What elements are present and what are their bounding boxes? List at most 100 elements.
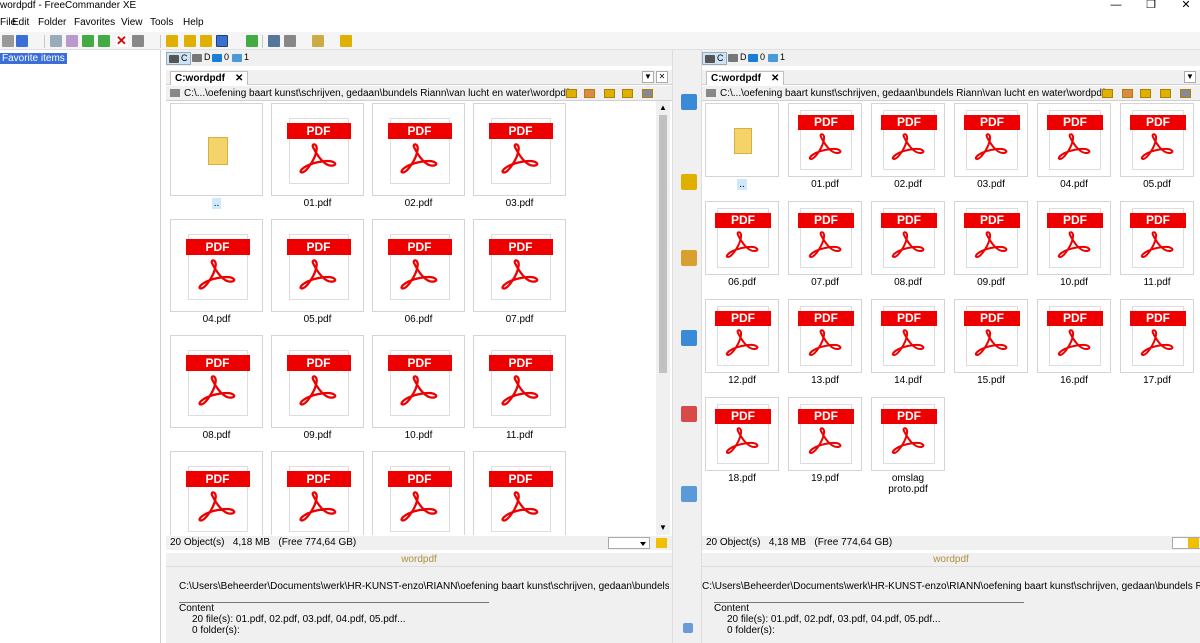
right-path[interactable]: C:\...\oefening baart kunst\schrijven, g… — [720, 87, 1105, 100]
drive-0-button[interactable]: 0 — [210, 52, 231, 63]
left-tab[interactable]: C:wordpdf ✕ — [170, 71, 249, 85]
move-to-icon[interactable] — [681, 406, 697, 422]
folder-icon[interactable] — [340, 35, 352, 47]
favorites-star-icon[interactable] — [681, 250, 697, 266]
details-view-icon[interactable] — [200, 35, 212, 47]
file-item[interactable]: PDF 16.pdf — [1037, 299, 1111, 403]
small-app-icon[interactable] — [683, 623, 693, 633]
close-button[interactable]: ✕ — [1166, 0, 1200, 14]
root-folder-icon[interactable] — [622, 89, 633, 98]
file-item[interactable]: PDF 11.pdf — [1120, 201, 1194, 305]
root-folder-icon[interactable] — [1160, 89, 1171, 98]
close-panel-icon[interactable]: ✕ — [656, 71, 668, 83]
right-tab[interactable]: C:wordpdf ✕ — [706, 71, 785, 85]
file-item[interactable]: PDF — [473, 451, 566, 535]
file-item[interactable]: PDF 12.pdf — [705, 299, 779, 403]
find-icon[interactable] — [50, 35, 62, 47]
file-item[interactable]: PDF omslag proto.pdf — [871, 397, 945, 501]
drive-c-button[interactable]: C — [166, 52, 191, 65]
scroll-thumb[interactable] — [659, 115, 667, 373]
file-item[interactable]: PDF 10.pdf — [1037, 201, 1111, 305]
file-item[interactable]: PDF 05.pdf — [271, 219, 364, 342]
parent-folder-item[interactable]: .. — [705, 103, 779, 207]
file-item[interactable]: PDF 18.pdf — [705, 397, 779, 501]
left-path[interactable]: C:\...\oefening baart kunst\schrijven, g… — [184, 87, 569, 100]
scroll-up-icon[interactable]: ▲ — [659, 103, 667, 112]
refresh-icon[interactable] — [246, 35, 258, 47]
copy-to-icon[interactable] — [681, 330, 697, 346]
parent-folder-item[interactable]: .. — [170, 103, 263, 226]
list-view-icon[interactable] — [184, 35, 196, 47]
file-item[interactable]: PDF 08.pdf — [871, 201, 945, 305]
tab-dropdown-icon[interactable]: ▼ — [1184, 71, 1196, 83]
copy-icon[interactable] — [82, 35, 94, 47]
back-icon[interactable] — [2, 35, 14, 47]
quick-filter-icon[interactable] — [656, 538, 667, 548]
menu-folder[interactable]: Folder — [38, 17, 66, 29]
file-item[interactable]: PDF 07.pdf — [473, 219, 566, 342]
file-item[interactable]: PDF 03.pdf — [473, 103, 566, 226]
file-item[interactable]: PDF 02.pdf — [871, 103, 945, 207]
file-item[interactable]: PDF 15.pdf — [954, 299, 1028, 403]
file-item[interactable]: PDF 01.pdf — [788, 103, 862, 207]
file-item[interactable]: PDF 04.pdf — [170, 219, 263, 342]
file-item[interactable]: PDF — [372, 451, 465, 535]
file-item[interactable]: PDF 09.pdf — [954, 201, 1028, 305]
file-item[interactable]: PDF 06.pdf — [372, 219, 465, 342]
history-icon[interactable] — [584, 89, 595, 98]
menu-help[interactable]: Help — [183, 17, 204, 29]
drive-c-button[interactable]: C — [702, 52, 727, 65]
tab-dropdown-icon[interactable]: ▼ — [642, 71, 654, 83]
file-item[interactable]: PDF 19.pdf — [788, 397, 862, 501]
parent-folder-icon[interactable] — [1140, 89, 1151, 98]
file-item[interactable]: PDF 17.pdf — [1120, 299, 1194, 403]
compare-icon[interactable] — [268, 35, 280, 47]
move-icon[interactable] — [98, 35, 110, 47]
maximize-button[interactable]: ❐ — [1131, 0, 1171, 14]
drive-1-button[interactable]: 1 — [766, 52, 787, 63]
delete-icon[interactable]: ✕ — [116, 34, 128, 47]
favorite-folder-icon[interactable] — [566, 89, 577, 98]
left-scrollbar[interactable]: ▲ ▼ — [656, 101, 670, 535]
file-item[interactable]: PDF 10.pdf — [372, 335, 465, 458]
gift-icon[interactable] — [681, 94, 697, 110]
rename-icon[interactable] — [312, 35, 324, 47]
file-item[interactable]: PDF 13.pdf — [788, 299, 862, 403]
path-options-icon[interactable] — [1180, 89, 1191, 98]
menu-tools[interactable]: Tools — [150, 17, 173, 29]
left-filter-select[interactable] — [608, 537, 650, 549]
close-tab-icon[interactable]: ✕ — [771, 72, 779, 85]
file-item[interactable]: PDF — [170, 451, 263, 535]
file-item[interactable]: PDF 06.pdf — [705, 201, 779, 305]
file-item[interactable]: PDF 14.pdf — [871, 299, 945, 403]
search-icon[interactable] — [681, 486, 697, 502]
properties-icon[interactable] — [132, 35, 144, 47]
file-item[interactable]: PDF 02.pdf — [372, 103, 465, 226]
drive-1-button[interactable]: 1 — [230, 52, 251, 63]
forward-icon[interactable] — [16, 35, 28, 47]
file-item[interactable]: PDF — [271, 451, 364, 535]
menu-view[interactable]: View — [121, 17, 143, 29]
edit-icon[interactable] — [66, 35, 78, 47]
file-item[interactable]: PDF 04.pdf — [1037, 103, 1111, 207]
close-tab-icon[interactable]: ✕ — [235, 72, 243, 85]
thumbnail-view-icon[interactable] — [216, 35, 228, 47]
file-item[interactable]: PDF 08.pdf — [170, 335, 263, 458]
path-options-icon[interactable] — [642, 89, 653, 98]
quick-filter-icon[interactable] — [1188, 538, 1199, 548]
folder-icon[interactable] — [681, 174, 697, 190]
file-item[interactable]: PDF 09.pdf — [271, 335, 364, 458]
menu-favorites[interactable]: Favorites — [74, 17, 115, 29]
favorite-items[interactable]: Favorite items — [0, 53, 67, 64]
file-item[interactable]: PDF 05.pdf — [1120, 103, 1194, 207]
minimize-button[interactable]: — — [1096, 0, 1136, 14]
file-item[interactable]: PDF 11.pdf — [473, 335, 566, 458]
settings-icon[interactable] — [284, 35, 296, 47]
menu-edit[interactable]: Edit — [12, 17, 29, 29]
tree-view-icon[interactable] — [166, 35, 178, 47]
drive-0-button[interactable]: 0 — [746, 52, 767, 63]
favorite-folder-icon[interactable] — [1102, 89, 1113, 98]
scroll-down-icon[interactable]: ▼ — [659, 523, 667, 532]
parent-folder-icon[interactable] — [604, 89, 615, 98]
file-item[interactable]: PDF 07.pdf — [788, 201, 862, 305]
